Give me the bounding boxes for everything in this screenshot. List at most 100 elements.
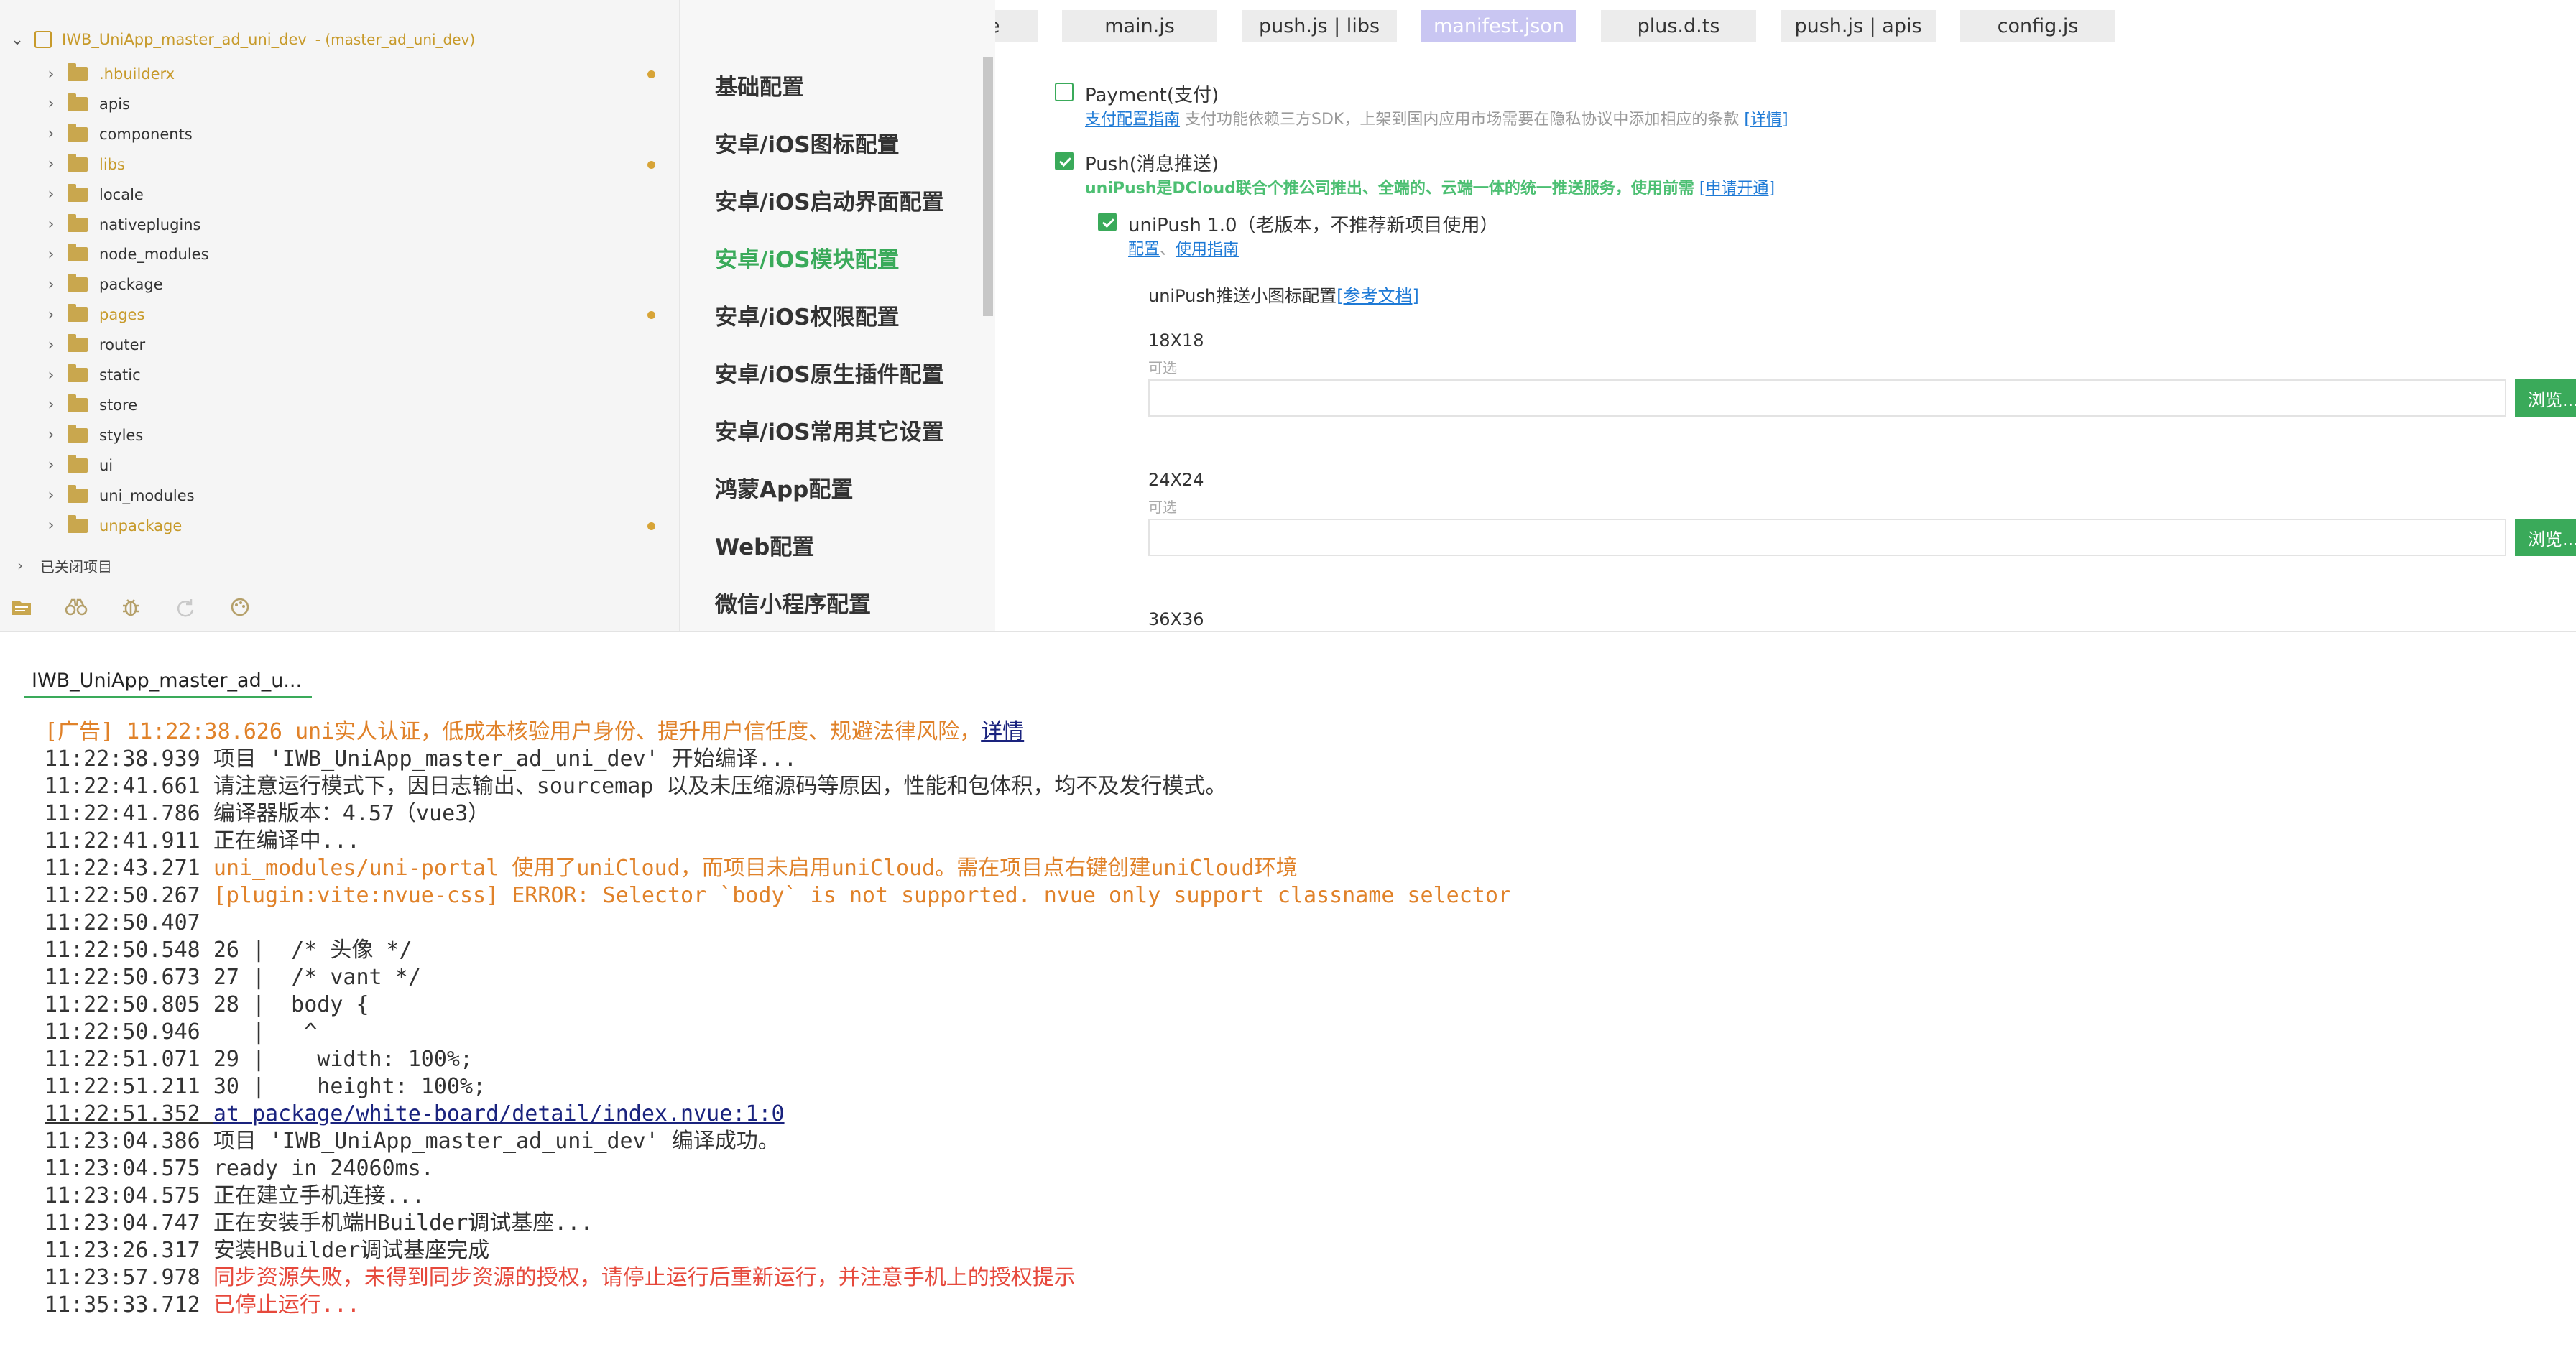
chevron-right-icon[interactable]: › — [34, 125, 68, 143]
chevron-right-icon[interactable]: › — [34, 65, 68, 83]
chevron-right-icon[interactable]: › — [34, 185, 68, 203]
chevron-right-icon[interactable]: › — [34, 486, 68, 504]
chevron-right-icon[interactable]: › — [34, 306, 68, 324]
payment-detail-link[interactable]: [详情] — [1744, 111, 1788, 129]
tree-folder[interactable]: › ui — [0, 450, 679, 481]
console-timestamp: 11:22:50.407 — [45, 910, 200, 935]
settings-nav-item[interactable]: 安卓/iOS权限配置 — [715, 299, 900, 330]
tree-folder[interactable]: › static — [0, 360, 679, 390]
push-checkbox[interactable] — [1055, 152, 1074, 170]
editor-tab[interactable]: config.js — [1960, 10, 2115, 42]
settings-nav-item[interactable]: 基础配置 — [715, 69, 804, 101]
modified-dot-icon — [647, 70, 655, 78]
console-timestamp: 11:22:41.661 — [45, 774, 200, 799]
tree-folder[interactable]: › pages — [0, 300, 679, 330]
payment-checkbox[interactable] — [1055, 83, 1074, 101]
nav-scrollbar[interactable] — [983, 57, 993, 316]
console-line: 11:22:50.946 | ^ — [45, 1019, 2488, 1046]
size-24-input[interactable] — [1148, 519, 2506, 556]
tree-folder-label: uni_modules — [99, 486, 195, 504]
console-message: 项目 'IWB_UniApp_master_ad_uni_dev' 编译成功。 — [213, 1129, 780, 1154]
console-message: 已停止运行... — [213, 1292, 360, 1318]
project-name: IWB_UniApp_master_ad_uni_dev — [62, 31, 307, 48]
console-timestamp: 11:22:51.071 — [45, 1047, 200, 1072]
chevron-right-icon[interactable]: › — [34, 517, 68, 534]
folder-icon — [68, 424, 88, 443]
unipush-checkbox[interactable] — [1098, 213, 1117, 231]
console-message: uni实人认证，低成本核验用户身份、提升用户信任度、规避法律风险， — [295, 719, 982, 744]
project-icon — [34, 31, 52, 48]
settings-nav-item[interactable]: 鸿蒙App配置 — [715, 471, 853, 503]
folder-icon — [68, 334, 88, 353]
chevron-right-icon[interactable]: › — [0, 557, 40, 574]
chevron-right-icon[interactable]: › — [34, 426, 68, 444]
console-detail-link[interactable]: 详情 — [981, 719, 1024, 744]
tree-folder[interactable]: › uni_modules — [0, 481, 679, 511]
console-source-link[interactable]: at package/white-board/detail/index.nvue… — [213, 1101, 785, 1126]
settings-nav-item[interactable]: Web配置 — [715, 529, 814, 560]
console-message: ready in 24060ms. — [213, 1156, 434, 1181]
tree-folder[interactable]: › store — [0, 390, 679, 420]
editor-tab[interactable]: manifest.json — [1421, 10, 1576, 42]
settings-nav-item[interactable]: 安卓/iOS模块配置 — [715, 241, 900, 273]
console-line: 11:23:26.317 安装HBuilder调试基座完成 — [45, 1237, 2488, 1264]
folder-icon — [68, 63, 88, 81]
palette-icon[interactable] — [228, 596, 251, 619]
console-line: 11:22:50.673 27 | /* vant */ — [45, 964, 2488, 991]
console-timestamp: 11:22:51.352 — [45, 1101, 200, 1126]
chevron-down-icon[interactable]: ⌄ — [0, 31, 34, 49]
unipush-config-link[interactable]: 配置 — [1128, 241, 1160, 259]
tree-folder-label: package — [99, 276, 163, 294]
folder-icon[interactable] — [10, 596, 33, 619]
tree-folder[interactable]: › package — [0, 269, 679, 300]
chevron-right-icon[interactable]: › — [34, 366, 68, 384]
chevron-right-icon[interactable]: › — [34, 216, 68, 233]
console-timestamp: 11:35:33.712 — [45, 1292, 200, 1318]
editor-tab[interactable]: main.js — [1062, 10, 1217, 42]
push-apply-link[interactable]: [申请开通] — [1699, 180, 1775, 198]
chevron-right-icon[interactable]: › — [34, 276, 68, 294]
chevron-right-icon[interactable]: › — [34, 456, 68, 474]
tree-folder[interactable]: › router — [0, 330, 679, 360]
icon-config-doc-link[interactable]: [参考文档] — [1337, 286, 1419, 306]
tree-folder-label: node_modules — [99, 246, 209, 264]
chevron-right-icon[interactable]: › — [34, 95, 68, 113]
settings-nav-item[interactable]: 安卓/iOS图标配置 — [715, 126, 900, 158]
tree-folder[interactable]: › locale — [0, 180, 679, 210]
chevron-right-icon[interactable]: › — [34, 396, 68, 414]
chevron-right-icon[interactable]: › — [34, 336, 68, 354]
settings-nav-item[interactable]: 安卓/iOS原生插件配置 — [715, 356, 944, 388]
binoculars-icon[interactable] — [65, 596, 88, 619]
editor-tab[interactable]: push.js | libs — [1242, 10, 1397, 42]
tree-folder[interactable]: › node_modules — [0, 239, 679, 269]
unipush-label: uniPush 1.0（老版本，不推荐新项目使用） — [1128, 215, 1499, 236]
tree-folder[interactable]: › .hbuilderx — [0, 59, 679, 89]
settings-nav-item[interactable]: 安卓/iOS启动界面配置 — [715, 184, 944, 216]
size-24-browse-button[interactable]: 浏览... — [2515, 519, 2576, 556]
editor-tab[interactable]: plus.d.ts — [1601, 10, 1756, 42]
console-message: 29 | width: 100%; — [213, 1047, 474, 1072]
console-tab[interactable]: IWB_UniApp_master_ad_u... — [24, 665, 312, 698]
console-timestamp: 11:22:50.946 — [45, 1019, 200, 1045]
chevron-right-icon[interactable]: › — [34, 246, 68, 264]
tree-folder[interactable]: › components — [0, 119, 679, 149]
tree-folder[interactable]: › styles — [0, 420, 679, 450]
size-18-input[interactable] — [1148, 379, 2506, 417]
settings-nav-item[interactable]: 安卓/iOS常用其它设置 — [715, 414, 944, 445]
size-18-browse-button[interactable]: 浏览... — [2515, 379, 2576, 417]
tree-folder[interactable]: › nativeplugins — [0, 210, 679, 240]
closed-projects[interactable]: › 已关闭项目 — [0, 550, 679, 580]
unipush-guide-link[interactable]: 使用指南 — [1176, 241, 1239, 259]
tree-folder[interactable]: › apis — [0, 89, 679, 119]
settings-nav-item[interactable]: 微信小程序配置 — [715, 586, 871, 618]
tree-folder[interactable]: › libs — [0, 149, 679, 180]
tree-folder[interactable]: › unpackage — [0, 511, 679, 541]
folder-icon — [68, 213, 88, 232]
editor-tab[interactable]: push.js | apis — [1781, 10, 1936, 42]
project-root[interactable]: ⌄ IWB_UniApp_master_ad_uni_dev - (master… — [0, 24, 679, 55]
bug-icon[interactable] — [119, 596, 142, 619]
payment-guide-link[interactable]: 支付配置指南 — [1085, 111, 1180, 129]
refresh-search-icon[interactable] — [174, 596, 197, 619]
console-line: 11:22:51.352 at package/white-board/deta… — [45, 1101, 2488, 1128]
chevron-right-icon[interactable]: › — [34, 155, 68, 173]
